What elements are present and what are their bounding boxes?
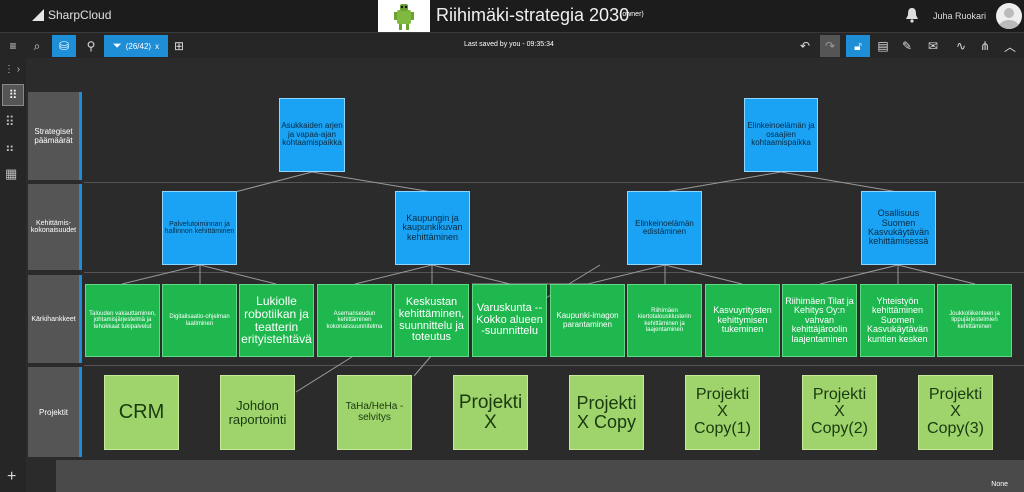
sharpcloud-logo-icon [32,9,44,21]
grid-layout-icon[interactable]: ⠿ [5,114,15,130]
user-avatar[interactable] [996,3,1022,29]
project-node[interactable]: Projekti X Copy(3) [918,375,993,450]
owner-badge: (owner) [620,11,644,18]
table-layout-icon[interactable]: ▦ [5,166,17,182]
toolbar: ≡ ⌕ ⛁ ⚲ ⏷ (26/42) x ⊞ Last saved by you … [0,32,1024,58]
clipboard-icon[interactable]: ▤ [874,35,892,57]
flagship-node[interactable]: Keskustan kehittäminen, suunnittelu ja t… [394,284,469,357]
strategic-node[interactable]: Asukkaiden arjen ja vapaa-ajan kohtaamis… [279,98,345,172]
add-icon[interactable]: + [7,468,16,486]
flagship-node[interactable]: Kasvuyritysten kehittymisen tukeminen [705,284,780,357]
user-name[interactable]: Juha Ruokari [933,11,986,21]
project-node[interactable]: CRM [104,375,179,450]
row-label-flagship: Kärkihankkeet [28,275,82,363]
project-node[interactable]: Johdon raportointi [220,375,295,450]
last-saved-text: Last saved by you - 09:35:34 [464,41,554,48]
bell-icon[interactable] [905,7,919,23]
project-node[interactable]: Projekti X [453,375,528,450]
filter-button[interactable]: ⏷ (26/42) x [104,35,168,57]
filter-icon: ⏷ [112,39,122,52]
project-node[interactable]: Projekti X Copy [569,375,644,450]
story-image [378,0,430,32]
development-node[interactable]: Kaupungin ja kaupunkikuvan kehittäminen [395,191,470,265]
share-icon[interactable]: ⋔ [976,35,994,57]
search-icon[interactable]: ⌕ [28,35,46,57]
row-divider [84,182,1024,183]
project-node[interactable]: Projekti X Copy(2) [802,375,877,450]
flagship-node[interactable]: Kaupunki-imagon parantaminen [550,284,625,357]
brand-name: SharpCloud [48,8,112,22]
left-rail: ⋮ › ⠿ ⠿ ⠶ ▦ + [0,58,26,492]
row-divider [84,272,1024,273]
project-node[interactable]: Projekti X Copy(1) [685,375,760,450]
top-bar: SharpCloud Riihimäki-strategia 2030 (own… [0,0,1024,32]
timeline-bar[interactable]: None [56,460,1024,492]
flagship-node[interactable]: Riihimäen Tilat ja Kehitys Oy:n vahvan k… [782,284,857,357]
hamburger-brand[interactable]: SharpCloud [32,8,111,22]
flagship-node[interactable]: Talouden vakauttaminen, johtamisjärjeste… [85,284,160,357]
unlock-button[interactable]: 🔓︎ [846,35,870,57]
flagship-node[interactable]: Lukiolle robotiikan ja teatterin erityis… [239,284,314,357]
flagship-node[interactable]: Digitalisaatio-ohjelman laatiminen [162,284,237,357]
flagship-node[interactable]: Varuskunta -- Kokko alueen -suunnittelu [472,284,547,357]
filter-clear-button[interactable]: x [155,42,159,51]
grid-view-icon[interactable]: ⊞ [170,35,188,57]
pin-icon[interactable]: ⚲ [82,35,100,57]
strategic-node[interactable]: Elinkeinoelämän ja osaajien kohtaamispai… [744,98,818,172]
tree-layout-icon[interactable]: ⠿ [2,84,24,106]
development-node[interactable]: Osallisuus Suomen Kasvukäytävän kehittäm… [861,191,936,265]
pencil-icon[interactable]: ✎ [898,35,916,57]
comment-icon[interactable]: ✉ [922,35,944,57]
tree-view-button[interactable]: ⛁ [52,35,76,57]
pulse-icon[interactable]: ∿ [950,35,972,57]
project-node[interactable]: TaHa/HeHa -selvitys [337,375,412,450]
flagship-node[interactable]: Yhteistyön kehittäminen Suomen Kasvukäyt… [860,284,935,357]
story-title: Riihimäki-strategia 2030 [436,5,630,25]
expand-chevron-icon[interactable]: ⋮ › [4,64,20,75]
development-node[interactable]: Elinkeinoelämän edistäminen [627,191,702,265]
flagship-node[interactable]: Joukkoliikenteen ja lippujärjestelmien k… [937,284,1012,357]
scatter-layout-icon[interactable]: ⠶ [5,140,15,156]
row-label-projects: Projektit [28,367,82,457]
timeline-none-label: None [991,481,1008,488]
development-node[interactable]: Palvelutoiminnan ja hallinnon kehittämin… [162,191,237,265]
robot-icon [394,4,414,30]
undo-icon[interactable]: ↶ [796,35,814,57]
menu-icon[interactable]: ≡ [4,35,22,57]
redo-icon[interactable]: ↷ [820,35,840,57]
row-label-development: Kehittämis-kokonaisuudet [28,184,82,270]
row-divider [84,365,1024,366]
filter-count: (26/42) [125,41,152,51]
chevron-up-icon[interactable]: ︿ [1000,35,1020,57]
row-label-strategic: Strategiset päämäärät [28,92,82,180]
flagship-node[interactable]: Asemanseudun kehittäminen kokonaissuunni… [317,284,392,357]
flagship-node[interactable]: Riihimäen kiertotalousklusterin kehittäm… [627,284,702,357]
